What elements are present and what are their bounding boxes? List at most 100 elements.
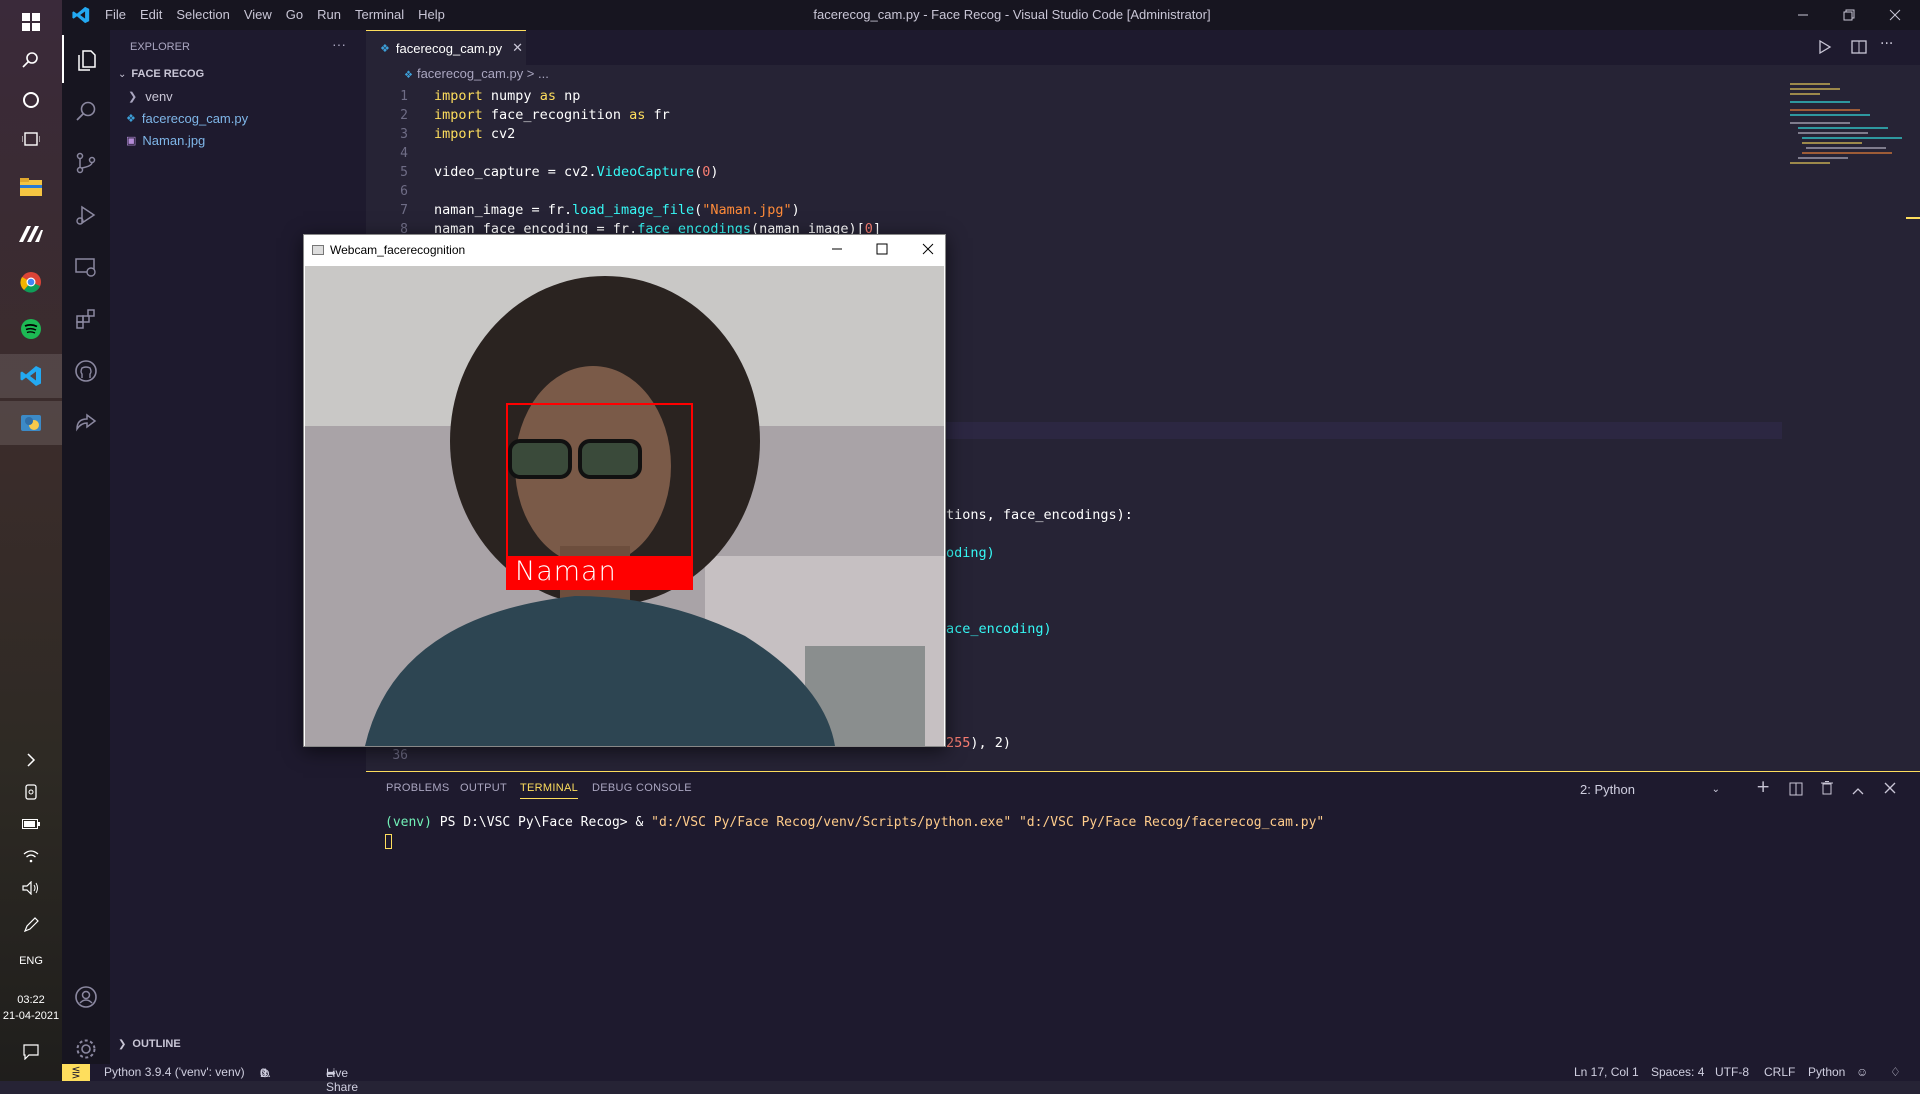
menu-file[interactable]: File [105, 7, 126, 22]
code-line-5[interactable]: video_capture = cv2.VideoCapture(0) [434, 164, 719, 180]
menu-edit[interactable]: Edit [140, 7, 162, 22]
line-number: 6 [400, 184, 408, 199]
line-number: 1 [400, 89, 408, 104]
more-actions-icon[interactable]: ··· [332, 36, 346, 52]
minimap[interactable] [1790, 80, 1906, 220]
indentation[interactable]: Spaces: 4 [1651, 1065, 1704, 1079]
menu-help[interactable]: Help [418, 7, 445, 22]
bell-icon[interactable]: ♢ [1890, 1065, 1901, 1079]
terminal-command-line[interactable]: (venv) PS D:\VSC Py\Face Recog> & "d:/VS… [385, 815, 1324, 830]
code-line-3[interactable]: import cv2 [434, 126, 515, 142]
tab-problems[interactable]: PROBLEMS [386, 782, 450, 794]
chrome-icon[interactable] [0, 260, 62, 304]
python-window-taskbar-icon[interactable] [0, 401, 62, 445]
breadcrumb[interactable]: ❖ facerecog_cam.py > ... [404, 66, 549, 81]
window-title: facerecog_cam.py - Face Recog - Visual S… [813, 7, 1211, 22]
remote-icon[interactable]: ⋚ [62, 1064, 90, 1081]
clock-time[interactable]: 03:22 [0, 994, 62, 1006]
code-fragment[interactable]: tions, face_encodings): [946, 507, 1133, 523]
search-icon[interactable] [0, 38, 62, 82]
menu-go[interactable]: Go [286, 7, 303, 22]
webcam-image [305, 266, 944, 746]
terminal-select-value: 2: Python [1580, 781, 1635, 797]
vscode-logo-icon [72, 6, 90, 27]
close-tab-icon[interactable]: ✕ [512, 40, 523, 56]
menu-terminal[interactable]: Terminal [355, 7, 404, 22]
remote-explorer-icon[interactable] [62, 243, 110, 291]
close-window-icon[interactable] [1888, 8, 1902, 22]
github-icon[interactable] [62, 347, 110, 395]
chevron-right-icon: ❯ [118, 1038, 127, 1050]
live-share-icon[interactable] [62, 399, 110, 447]
feedback-icon[interactable]: ☺ [1856, 1065, 1868, 1079]
close-window-icon[interactable] [922, 243, 934, 258]
tab-output[interactable]: OUTPUT [460, 782, 507, 794]
line-number: 7 [400, 203, 408, 218]
run-debug-icon[interactable] [62, 191, 110, 239]
tree-item-label: venv [145, 89, 173, 104]
clock-date[interactable]: 21-04-2021 [0, 1010, 62, 1022]
menu-run[interactable]: Run [317, 7, 341, 22]
cursor-position[interactable]: Ln 17, Col 1 [1574, 1065, 1639, 1079]
notification-icon[interactable] [0, 1030, 62, 1074]
encoding[interactable]: UTF-8 [1715, 1065, 1749, 1079]
window-app-icon [312, 245, 324, 255]
source-control-icon[interactable] [62, 139, 110, 187]
tree-item-venv[interactable]: ❯ venv [128, 89, 358, 104]
new-terminal-icon[interactable]: + [1756, 777, 1770, 797]
more-actions-icon[interactable]: ··· [1880, 36, 1893, 52]
folder-name: FACE RECOG [131, 68, 205, 80]
cortana-icon[interactable] [0, 78, 62, 122]
code-line-2[interactable]: import face_recognition as fr [434, 107, 670, 123]
code-fragment[interactable]: oding) [946, 545, 995, 561]
tab-terminal[interactable]: TERMINAL [520, 782, 579, 799]
maximize-panel-icon[interactable] [1852, 781, 1864, 800]
title-bar: File Edit Selection View Go Run Terminal… [62, 0, 1920, 30]
line-number: 3 [400, 127, 408, 142]
python-file-icon: ❖ [380, 42, 390, 55]
python-interpreter[interactable]: Python 3.9.4 ('venv': venv) [104, 1065, 245, 1079]
language-mode[interactable]: Python [1808, 1065, 1845, 1079]
menu-view[interactable]: View [244, 7, 272, 22]
tree-item-facerecog-cam[interactable]: ❖ facerecog_cam.py [126, 111, 356, 126]
webcam-titlebar[interactable]: Webcam_facerecognition [304, 235, 945, 265]
trash-icon[interactable] [1821, 780, 1833, 799]
minimize-icon[interactable] [1796, 8, 1810, 22]
image-file-icon: ▣ [126, 135, 137, 147]
scroll-indicator [1906, 217, 1920, 219]
task-view-icon[interactable] [0, 117, 62, 161]
line-ending[interactable]: CRLF [1764, 1065, 1795, 1079]
ai-app-icon[interactable] [0, 212, 62, 256]
maximize-icon[interactable] [876, 243, 888, 258]
activity-bar [62, 30, 110, 1064]
folder-header[interactable]: ⌄ FACE RECOG [118, 68, 204, 80]
language-indicator[interactable]: ENG [0, 955, 62, 967]
vscode-taskbar-icon[interactable] [0, 354, 62, 398]
code-fragment[interactable]: 255), 2) [946, 735, 1011, 751]
outline-header[interactable]: ❯ OUTLINE [118, 1038, 181, 1050]
tab-facerecog-cam[interactable]: ❖ facerecog_cam.py ✕ [366, 30, 526, 65]
terminal-select[interactable]: 2: Python ⌄ [1580, 779, 1720, 799]
minimize-icon[interactable] [831, 243, 843, 258]
code-line-1[interactable]: import numpy as np [434, 88, 580, 104]
extensions-icon[interactable] [62, 295, 110, 343]
split-editor-icon[interactable] [1851, 39, 1867, 59]
menu-selection[interactable]: Selection [176, 7, 229, 22]
split-terminal-icon[interactable] [1789, 781, 1803, 800]
accounts-icon[interactable] [62, 973, 110, 1021]
close-panel-icon[interactable] [1884, 779, 1896, 798]
webcam-window[interactable]: Webcam_facerecognition Naman [303, 234, 946, 747]
explorer-icon[interactable] [62, 35, 110, 83]
code-line-7[interactable]: naman_image = fr.load_image_file("Naman.… [434, 202, 800, 218]
tree-item-naman-jpg[interactable]: ▣ Naman.jpg [126, 133, 356, 148]
code-fragment[interactable]: ace_encoding) [946, 621, 1052, 637]
run-file-icon[interactable] [1818, 39, 1832, 59]
bottom-panel: PROBLEMS OUTPUT TERMINAL DEBUG CONSOLE 2… [366, 771, 1920, 1064]
tab-debug-console[interactable]: DEBUG CONSOLE [592, 782, 692, 794]
spotify-icon[interactable] [0, 307, 62, 351]
restore-icon[interactable] [1842, 8, 1856, 22]
pen-icon[interactable] [0, 903, 62, 947]
search-view-icon[interactable] [62, 87, 110, 135]
file-explorer-icon[interactable] [0, 165, 62, 209]
tree-item-label: facerecog_cam.py [141, 111, 249, 126]
